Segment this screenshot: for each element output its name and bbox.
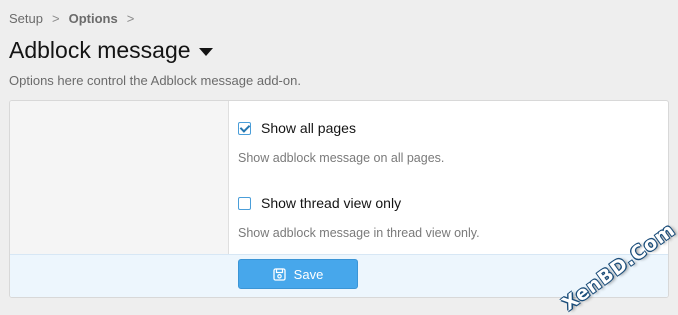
option-hint: Show adblock message on all pages.	[238, 151, 445, 165]
breadcrumb-item-options[interactable]: Options	[69, 11, 118, 26]
option-label[interactable]: Show all pages	[261, 120, 356, 136]
caret-down-icon[interactable]	[198, 47, 213, 56]
checkbox-checked-icon[interactable]	[238, 121, 251, 135]
options-form: Show all pages Show adblock message on a…	[9, 100, 669, 298]
option-show-thread-view-only: Show thread view only Show adblock messa…	[238, 195, 480, 240]
save-icon	[273, 267, 286, 281]
page-title[interactable]: Adblock message	[9, 37, 213, 64]
show-all-pages-toggle[interactable]: Show all pages	[238, 120, 444, 136]
option-show-all-pages: Show all pages Show adblock message on a…	[238, 120, 444, 165]
page-title-text: Adblock message	[9, 37, 191, 63]
save-button[interactable]: Save	[238, 259, 358, 289]
options-sidebar	[10, 101, 229, 254]
breadcrumb: Setup > Options >	[9, 11, 143, 26]
breadcrumb-item-setup[interactable]: Setup	[9, 11, 43, 26]
save-button-label: Save	[293, 266, 324, 282]
page-description: Options here control the Adblock message…	[9, 73, 301, 88]
option-label[interactable]: Show thread view only	[261, 195, 401, 211]
breadcrumb-separator-icon: >	[126, 11, 135, 26]
show-thread-view-only-toggle[interactable]: Show thread view only	[238, 195, 480, 211]
option-hint: Show adblock message in thread view only…	[238, 226, 480, 240]
checkbox-unchecked-icon[interactable]	[238, 196, 251, 210]
breadcrumb-separator-icon: >	[51, 11, 60, 26]
